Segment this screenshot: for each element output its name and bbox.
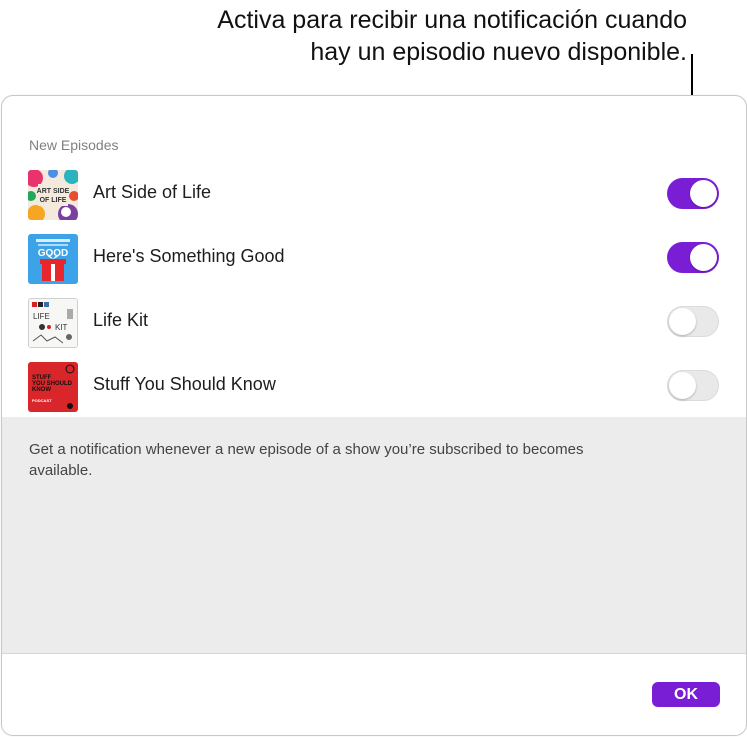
show-name: Stuff You Should Know: [93, 374, 276, 394]
notifications-dialog: New Episodes ART SIDE OF LIFE Art Side o…: [1, 95, 747, 736]
notification-toggle-art-side-of-life[interactable]: [667, 178, 719, 209]
info-text: Get a notification whenever a new episod…: [29, 441, 584, 479]
toggle-knob: [669, 308, 696, 335]
info-panel: Get a notification whenever a new episod…: [2, 417, 746, 653]
callout-line-1: Activa para recibir una notificación cua…: [217, 6, 687, 34]
toggle-knob: [690, 244, 717, 271]
show-row-stuff-you-should-know: STUFF YOU SHOULD KNOW PODCAST Stuff You …: [2, 358, 746, 414]
artwork-text: GOOD: [38, 248, 69, 259]
section-title: New Episodes: [29, 137, 119, 153]
ok-button[interactable]: OK: [652, 682, 720, 707]
toggle-knob: [669, 372, 696, 399]
notification-toggle-stuff-you-should-know[interactable]: [667, 370, 719, 401]
show-name: Here's Something Good: [93, 246, 285, 266]
notification-toggle-life-kit[interactable]: [667, 306, 719, 337]
show-row-art-side-of-life: ART SIDE OF LIFE Art Side of Life: [2, 166, 746, 222]
artwork-text-kit: KIT: [55, 323, 68, 332]
artwork-text-line3: KNOW: [32, 387, 51, 393]
stuff-you-should-know-artwork: STUFF YOU SHOULD KNOW PODCAST: [28, 362, 78, 412]
artwork-text-line2: OF LIFE: [40, 197, 67, 204]
show-row-life-kit: LIFE KIT Life Kit: [2, 294, 746, 350]
callout-annotation: Activa para recibir una notificación cua…: [87, 4, 687, 68]
dialog-footer: OK: [2, 653, 746, 735]
notification-toggle-heres-something-good[interactable]: [667, 242, 719, 273]
show-name: Life Kit: [93, 310, 149, 330]
artwork-text-life: LIFE: [33, 312, 50, 321]
callout-line-2: hay un episodio nuevo disponible.: [310, 38, 687, 66]
life-kit-artwork: LIFE KIT: [28, 298, 78, 348]
show-name: Art Side of Life: [93, 182, 212, 202]
art-side-of-life-artwork: ART SIDE OF LIFE: [28, 170, 78, 220]
artwork-text-line1: ART SIDE: [37, 188, 70, 195]
toggle-knob: [690, 180, 717, 207]
show-row-heres-something-good: GOOD Here's Something Good: [2, 230, 746, 286]
artwork-text-line4: PODCAST: [32, 398, 52, 403]
heres-something-good-artwork: GOOD: [28, 234, 78, 284]
